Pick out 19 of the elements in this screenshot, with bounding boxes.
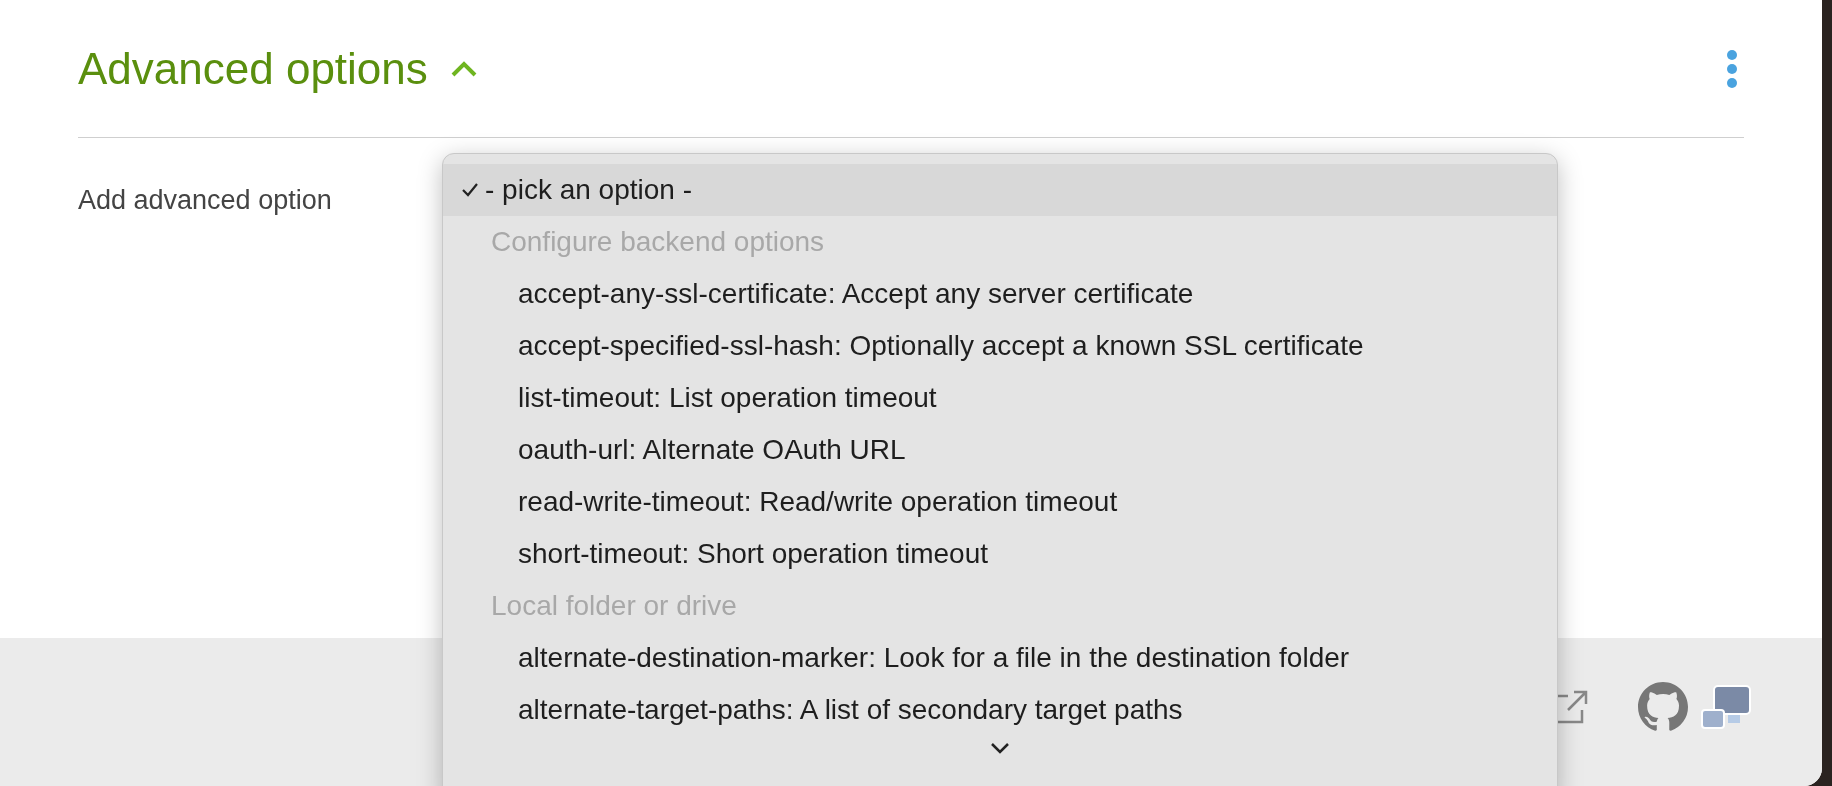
menu-option[interactable]: short-timeout: Short operation timeout — [443, 528, 1557, 580]
more-vertical-icon[interactable] — [1726, 48, 1738, 89]
menu-option[interactable]: alternate-destination-marker: Look for a file in the destination folder — [443, 632, 1557, 684]
field-label: Add advanced option — [78, 185, 332, 215]
chat-bubbles-icon[interactable] — [1700, 684, 1752, 730]
collapse-chevron-icon[interactable] — [449, 59, 478, 78]
menu-option[interactable]: read-write-timeout: Read/write operation timeout — [443, 476, 1557, 528]
group-heading: Local folder or drive — [490, 589, 738, 623]
menu-option[interactable]: list-timeout: List operation timeout — [443, 372, 1557, 424]
group-heading: Configure backend options — [490, 225, 826, 259]
github-icon[interactable] — [1638, 682, 1688, 732]
scroll-down-chevron-icon[interactable] — [990, 742, 1010, 754]
menu-option[interactable]: accept-any-ssl-certificate: Accept any server certificate — [443, 268, 1557, 320]
section-title: Advanced options — [78, 42, 428, 95]
check-icon — [461, 182, 479, 198]
menu-option[interactable]: - pick an option - — [443, 164, 1557, 216]
menu-option[interactable]: alternate-target-paths: A list of secondary target paths — [443, 684, 1557, 736]
menu-option[interactable]: oauth-url: Alternate OAuth URL — [443, 424, 1557, 476]
menu-option[interactable]: accept-specified-ssl-hash: Optionally accept a known SSL certificate — [443, 320, 1557, 372]
